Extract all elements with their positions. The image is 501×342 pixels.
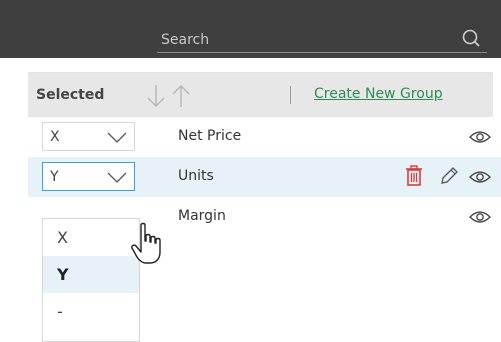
top-bar bbox=[0, 0, 501, 58]
eye-icon[interactable] bbox=[469, 168, 491, 186]
header-divider bbox=[290, 86, 291, 104]
search-input[interactable] bbox=[157, 30, 455, 50]
hand-pointer-cursor-icon bbox=[131, 222, 161, 264]
selected-heading: Selected bbox=[36, 87, 105, 103]
axis-value: X bbox=[50, 129, 60, 145]
chevron-down-icon bbox=[107, 172, 127, 183]
create-new-group-link[interactable]: Create New Group bbox=[314, 86, 443, 102]
eye-icon[interactable] bbox=[469, 208, 491, 226]
selected-fields-panel: Selected Create New Group X Net Price Y bbox=[28, 72, 501, 342]
dropdown-option-none[interactable]: - bbox=[43, 293, 139, 330]
trash-icon[interactable] bbox=[405, 165, 423, 187]
axis-dropdown-menu: X Y - bbox=[42, 218, 140, 342]
search-icon[interactable] bbox=[459, 28, 481, 50]
option-label: X bbox=[57, 228, 68, 247]
field-label: Margin bbox=[178, 208, 226, 224]
chevron-down-icon bbox=[107, 132, 127, 143]
dropdown-option-y[interactable]: Y bbox=[43, 256, 139, 293]
dropdown-option-x[interactable]: X bbox=[43, 219, 139, 256]
axis-select[interactable]: X bbox=[42, 122, 135, 151]
pencil-icon[interactable] bbox=[439, 166, 459, 186]
option-label: Y bbox=[57, 265, 69, 284]
eye-icon[interactable] bbox=[469, 128, 491, 146]
sort-descending-icon[interactable] bbox=[146, 83, 166, 109]
field-label: Units bbox=[178, 168, 214, 184]
field-label: Net Price bbox=[178, 128, 242, 144]
sort-ascending-icon[interactable] bbox=[171, 83, 191, 109]
field-row-units: Y Units bbox=[28, 157, 501, 197]
field-row-net-price: X Net Price bbox=[28, 117, 501, 157]
panel-header: Selected Create New Group bbox=[28, 72, 493, 117]
search-bar bbox=[157, 28, 487, 53]
option-label: - bbox=[57, 302, 63, 321]
axis-select[interactable]: Y bbox=[42, 162, 135, 191]
axis-value: Y bbox=[50, 169, 59, 185]
